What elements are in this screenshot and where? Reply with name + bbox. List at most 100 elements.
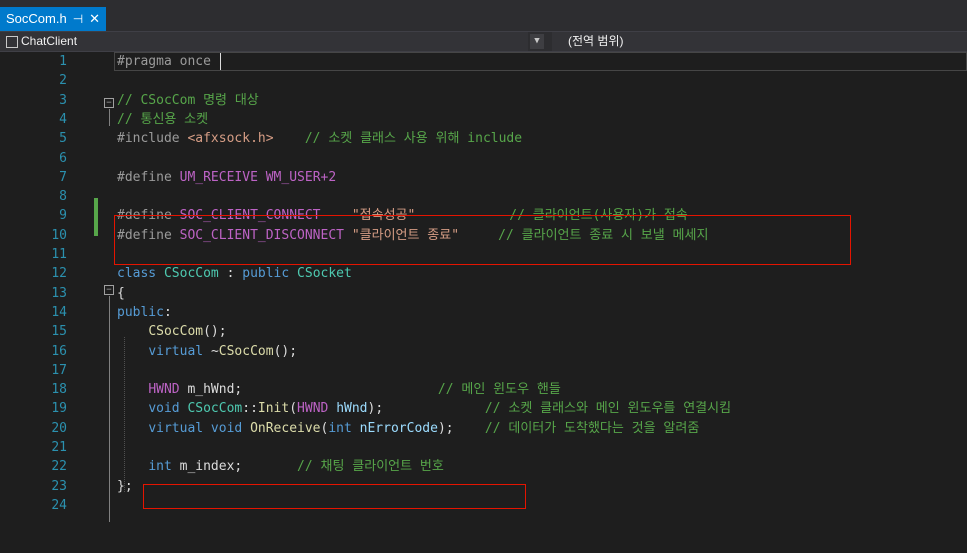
code-token: <afxsock.h> [187,131,274,147]
line-number: 20 [51,420,67,436]
line-number: 11 [51,247,67,262]
code-token: CSocCom [187,401,243,417]
code-text: virtual ~CSocCom(); [117,342,297,361]
line-number: 7 [59,169,67,185]
code-token: CSocCom [148,324,204,340]
code-text: void CSocCom::Init(HWND hWnd); // 소켓 클래스… [117,399,731,418]
line-number: 22 [51,459,67,475]
current-line-highlight [114,52,967,71]
code-token: hWnd [336,401,368,417]
line-number: 3 [59,92,67,108]
tab-bar: SocCom.h ⊣ ✕ [0,0,967,31]
code-text: }; [117,477,133,496]
code-token: public [117,304,164,320]
code-token: int [328,420,360,436]
scope-dropdown[interactable]: (전역 범위) [552,32,967,51]
code-token: : [163,304,172,320]
code-token: (); [273,343,298,359]
code-token: }; [117,478,133,494]
code-token: OnReceive [250,420,321,436]
code-token: m_index; [179,459,243,475]
code-token: // 통신용 소켓 [117,111,209,127]
navigation-bar: ChatClient ▼ (전역 범위) [0,31,967,52]
line-number: 1 [59,54,67,69]
code-token: int [148,459,180,475]
code-token: virtual [148,343,211,359]
fold-toggle-icon[interactable]: − [104,285,114,295]
fold-toggle-icon[interactable]: − [104,98,114,108]
fold-guide [109,109,110,126]
line-number: 6 [59,150,67,166]
code-text: CSocCom(); [117,322,227,341]
pin-icon[interactable]: ⊣ [73,7,83,31]
code-token: // 채팅 클라이언트 번호 [297,459,444,475]
code-token: // 소켓 클래스 사용 위해 include [304,131,523,147]
code-token: void [148,401,188,417]
code-token: (); [203,324,227,340]
code-token: CSocCom [218,343,274,359]
code-token: #include [117,131,188,147]
code-token: #define [117,169,180,185]
code-token: // 메인 윈도우 핸들 [437,382,561,398]
code-token: public [242,266,298,282]
project-dropdown[interactable]: ChatClient [0,32,528,51]
fold-guide [109,296,110,522]
line-number: 2 [59,73,67,89]
project-icon [6,36,18,48]
line-number: 18 [51,382,67,398]
code-token: ( [289,401,298,417]
line-number: 16 [51,343,67,359]
code-token: m_hWnd; [179,382,243,398]
code-token: CSocket [297,266,352,282]
line-number: 8 [59,189,67,205]
code-token: CSocCom [163,266,219,282]
code-token: UM_RECEIVE [179,169,258,185]
code-text: { [117,284,125,303]
code-token: HWND [297,401,329,417]
code-token: { [117,285,125,301]
code-token: class [117,266,164,282]
chevron-down-icon[interactable]: ▼ [530,34,544,49]
code-token: // 소켓 클래스와 메인 윈도우를 연결시킴 [484,401,732,417]
code-text: // CSocCom 명령 대상 [117,91,259,110]
line-number: 23 [51,478,67,494]
code-token: ); [367,401,384,417]
code-token: ); [437,420,454,436]
code-token: #pragma once [117,54,211,69]
code-token: nErrorCode [359,420,438,436]
project-label: ChatClient [21,34,78,48]
line-number: 21 [51,440,67,455]
highlight-box-defines [114,215,851,265]
close-icon[interactable]: ✕ [89,7,100,31]
code-text: #include <afxsock.h> // 소켓 클래스 사용 위해 inc… [117,129,522,148]
line-number: 12 [51,266,67,282]
text-cursor [220,53,221,70]
code-text: #pragma once [117,52,211,71]
code-token: // CSocCom 명령 대상 [117,92,259,108]
code-token: :: [242,401,258,417]
code-text: #define UM_RECEIVE WM_USER+2 [117,168,336,187]
line-number: 17 [51,362,67,378]
change-marker [94,198,98,236]
code-token: : [218,266,243,282]
code-text: virtual void OnReceive(int nErrorCode); … [117,419,699,438]
code-token: // 데이터가 도착했다는 것을 알려줌 [484,420,700,436]
code-token: WM_USER+2 [265,169,337,185]
line-number: 24 [51,497,67,513]
line-number: 5 [59,131,67,147]
code-text: // 통신용 소켓 [117,110,208,129]
code-editor[interactable]: − − 1 #pragma once 2 3// CSocCom 명령 대상 4// 통… [0,52,967,553]
code-token: virtual void [148,420,251,436]
code-token: ~ [210,343,219,359]
tab-socncom-h[interactable]: SocCom.h ⊣ ✕ [0,7,107,31]
